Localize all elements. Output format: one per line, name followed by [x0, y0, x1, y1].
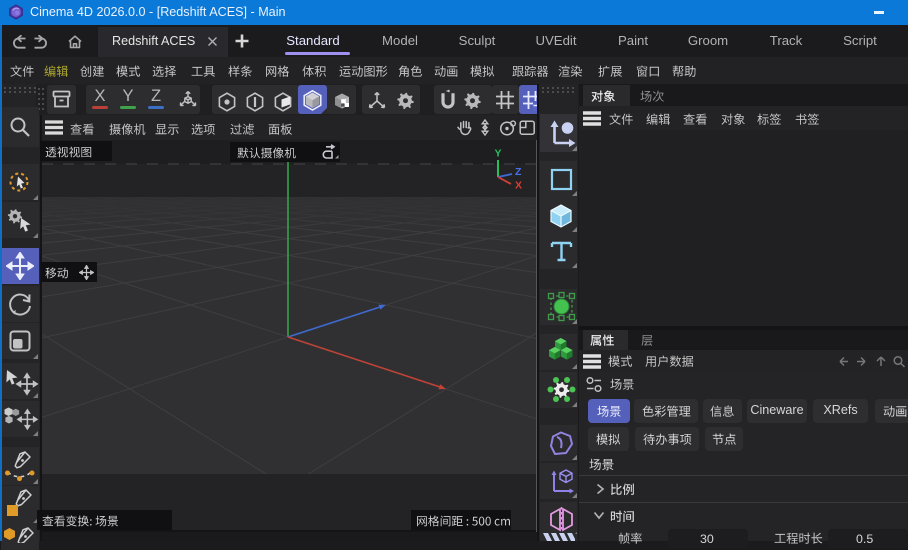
svg-text:Y: Y	[495, 148, 502, 160]
svg-text:Z: Z	[515, 166, 522, 178]
svg-text:X: X	[515, 180, 522, 192]
